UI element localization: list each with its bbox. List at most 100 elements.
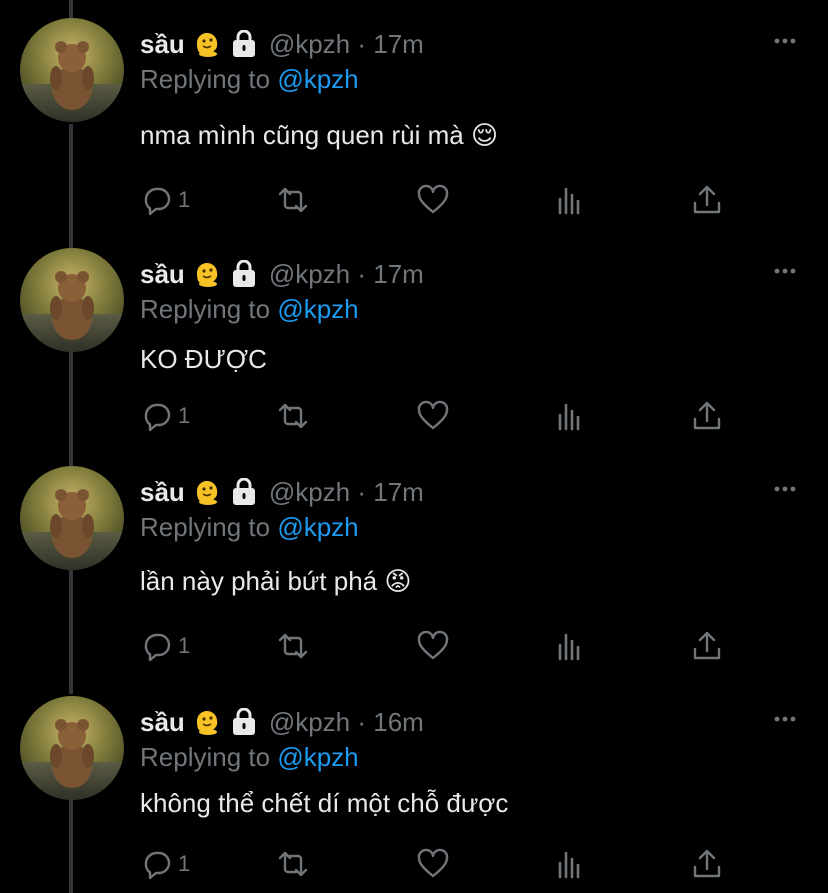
more-icon[interactable]	[772, 28, 798, 54]
replying-to: Replying to @kpzh	[140, 512, 359, 543]
tweet[interactable]: sầu @kpzh · 17m Replying to	[0, 466, 828, 674]
share-button[interactable]	[690, 180, 724, 220]
action-bar: 1	[140, 180, 740, 220]
avatar[interactable]	[20, 248, 124, 352]
views-icon	[558, 187, 580, 215]
share-icon	[693, 401, 721, 430]
tweet-header: sầu @kpzh · 16m	[140, 704, 424, 740]
mention-link[interactable]: @kpzh	[277, 294, 358, 324]
views-button[interactable]	[554, 626, 588, 666]
display-name[interactable]: sầu	[140, 259, 185, 290]
tweet-text: nma mình cũng quen rùi mà 😌	[140, 120, 498, 151]
lock-icon	[231, 259, 257, 288]
views-button[interactable]	[554, 844, 588, 884]
melting-face-emoji	[193, 708, 221, 736]
tweet-text-emoji: 😌	[470, 120, 499, 150]
reply-button[interactable]: 1	[140, 396, 190, 436]
reply-icon	[144, 633, 171, 662]
reply-icon	[144, 403, 171, 432]
reply-count: 1	[178, 851, 191, 876]
share-button[interactable]	[690, 844, 724, 884]
reply-icon	[144, 851, 171, 880]
like-button[interactable]	[416, 844, 450, 884]
tweet-text: KO ĐƯỢC	[140, 344, 267, 375]
reply-icon	[144, 187, 171, 216]
melting-face-emoji	[193, 478, 221, 506]
tweet-text-emoji: 😡	[384, 566, 412, 596]
reply-count: 1	[178, 633, 191, 658]
like-icon	[417, 848, 449, 878]
like-icon	[417, 400, 449, 430]
retweet-button[interactable]	[276, 626, 310, 666]
thread-line-top	[69, 0, 73, 18]
retweet-button[interactable]	[276, 844, 310, 884]
more-icon[interactable]	[772, 706, 798, 732]
share-icon	[693, 185, 721, 214]
retweet-icon	[278, 633, 308, 659]
views-button[interactable]	[554, 180, 588, 220]
action-bar: 1	[140, 396, 740, 436]
handle-and-time[interactable]: @kpzh · 17m	[269, 259, 424, 290]
tweet[interactable]: sầu @kpzh · 16m Replying to @kpzh không …	[0, 696, 828, 893]
views-button[interactable]	[554, 396, 588, 436]
like-icon	[417, 630, 449, 660]
replying-to-label: Replying to	[140, 64, 271, 94]
mention-link[interactable]: @kpzh	[277, 64, 358, 94]
handle-and-time[interactable]: @kpzh · 16m	[269, 707, 424, 738]
avatar[interactable]	[20, 466, 124, 570]
display-name[interactable]: sầu	[140, 707, 185, 738]
tweet-text-content: KO ĐƯỢC	[140, 344, 267, 374]
like-button[interactable]	[416, 396, 450, 436]
retweet-button[interactable]	[276, 396, 310, 436]
tweet-text: không thể chết dí một chỗ được	[140, 788, 508, 819]
tweet-header: sầu @kpzh · 17m	[140, 256, 424, 292]
tweet-text-content: nma mình cũng quen rùi mà	[140, 120, 464, 150]
handle-and-time[interactable]: @kpzh · 17m	[269, 477, 424, 508]
like-button[interactable]	[416, 626, 450, 666]
share-icon	[693, 849, 721, 878]
like-button[interactable]	[416, 180, 450, 220]
tweet-header: sầu @kpzh · 17m	[140, 26, 424, 62]
views-icon	[558, 403, 580, 431]
retweet-button[interactable]	[276, 180, 310, 220]
display-name[interactable]: sầu	[140, 29, 185, 60]
lock-icon	[231, 707, 257, 736]
melting-face-emoji	[193, 30, 221, 58]
retweet-icon	[278, 851, 308, 877]
reply-button[interactable]: 1	[140, 844, 190, 884]
tweet-text-content: lần này phải bứt phá	[140, 566, 378, 596]
tweet-text-content: không thể chết dí một chỗ được	[140, 788, 509, 818]
tweet-header: sầu @kpzh · 17m	[140, 474, 424, 510]
tweet[interactable]: sầu @kpzh · 17m Replying to	[0, 248, 828, 456]
mention-link[interactable]: @kpzh	[277, 742, 358, 772]
retweet-icon	[278, 187, 308, 213]
replying-to: Replying to @kpzh	[140, 742, 359, 773]
replying-to: Replying to @kpzh	[140, 64, 359, 95]
share-icon	[693, 631, 721, 660]
action-bar: 1	[140, 844, 740, 884]
share-button[interactable]	[690, 396, 724, 436]
melting-face-emoji	[193, 260, 221, 288]
tweet[interactable]: sầu @kpzh · 17m Replying to	[0, 18, 828, 226]
views-icon	[558, 633, 580, 661]
replying-to-label: Replying to	[140, 742, 271, 772]
views-icon	[558, 851, 580, 879]
share-button[interactable]	[690, 626, 724, 666]
avatar[interactable]	[20, 18, 124, 122]
action-bar: 1	[140, 626, 740, 666]
retweet-icon	[278, 403, 308, 429]
mention-link[interactable]: @kpzh	[277, 512, 358, 542]
handle-and-time[interactable]: @kpzh · 17m	[269, 29, 424, 60]
replying-to-label: Replying to	[140, 294, 271, 324]
avatar[interactable]	[20, 696, 124, 800]
reply-button[interactable]: 1	[140, 180, 190, 220]
more-icon[interactable]	[772, 258, 798, 284]
reply-count: 1	[178, 187, 191, 212]
replying-to: Replying to @kpzh	[140, 294, 359, 325]
display-name[interactable]: sầu	[140, 477, 185, 508]
lock-icon	[231, 29, 257, 58]
like-icon	[417, 184, 449, 214]
reply-button[interactable]: 1	[140, 626, 190, 666]
more-icon[interactable]	[772, 476, 798, 502]
tweet-text: lần này phải bứt phá 😡	[140, 566, 411, 597]
